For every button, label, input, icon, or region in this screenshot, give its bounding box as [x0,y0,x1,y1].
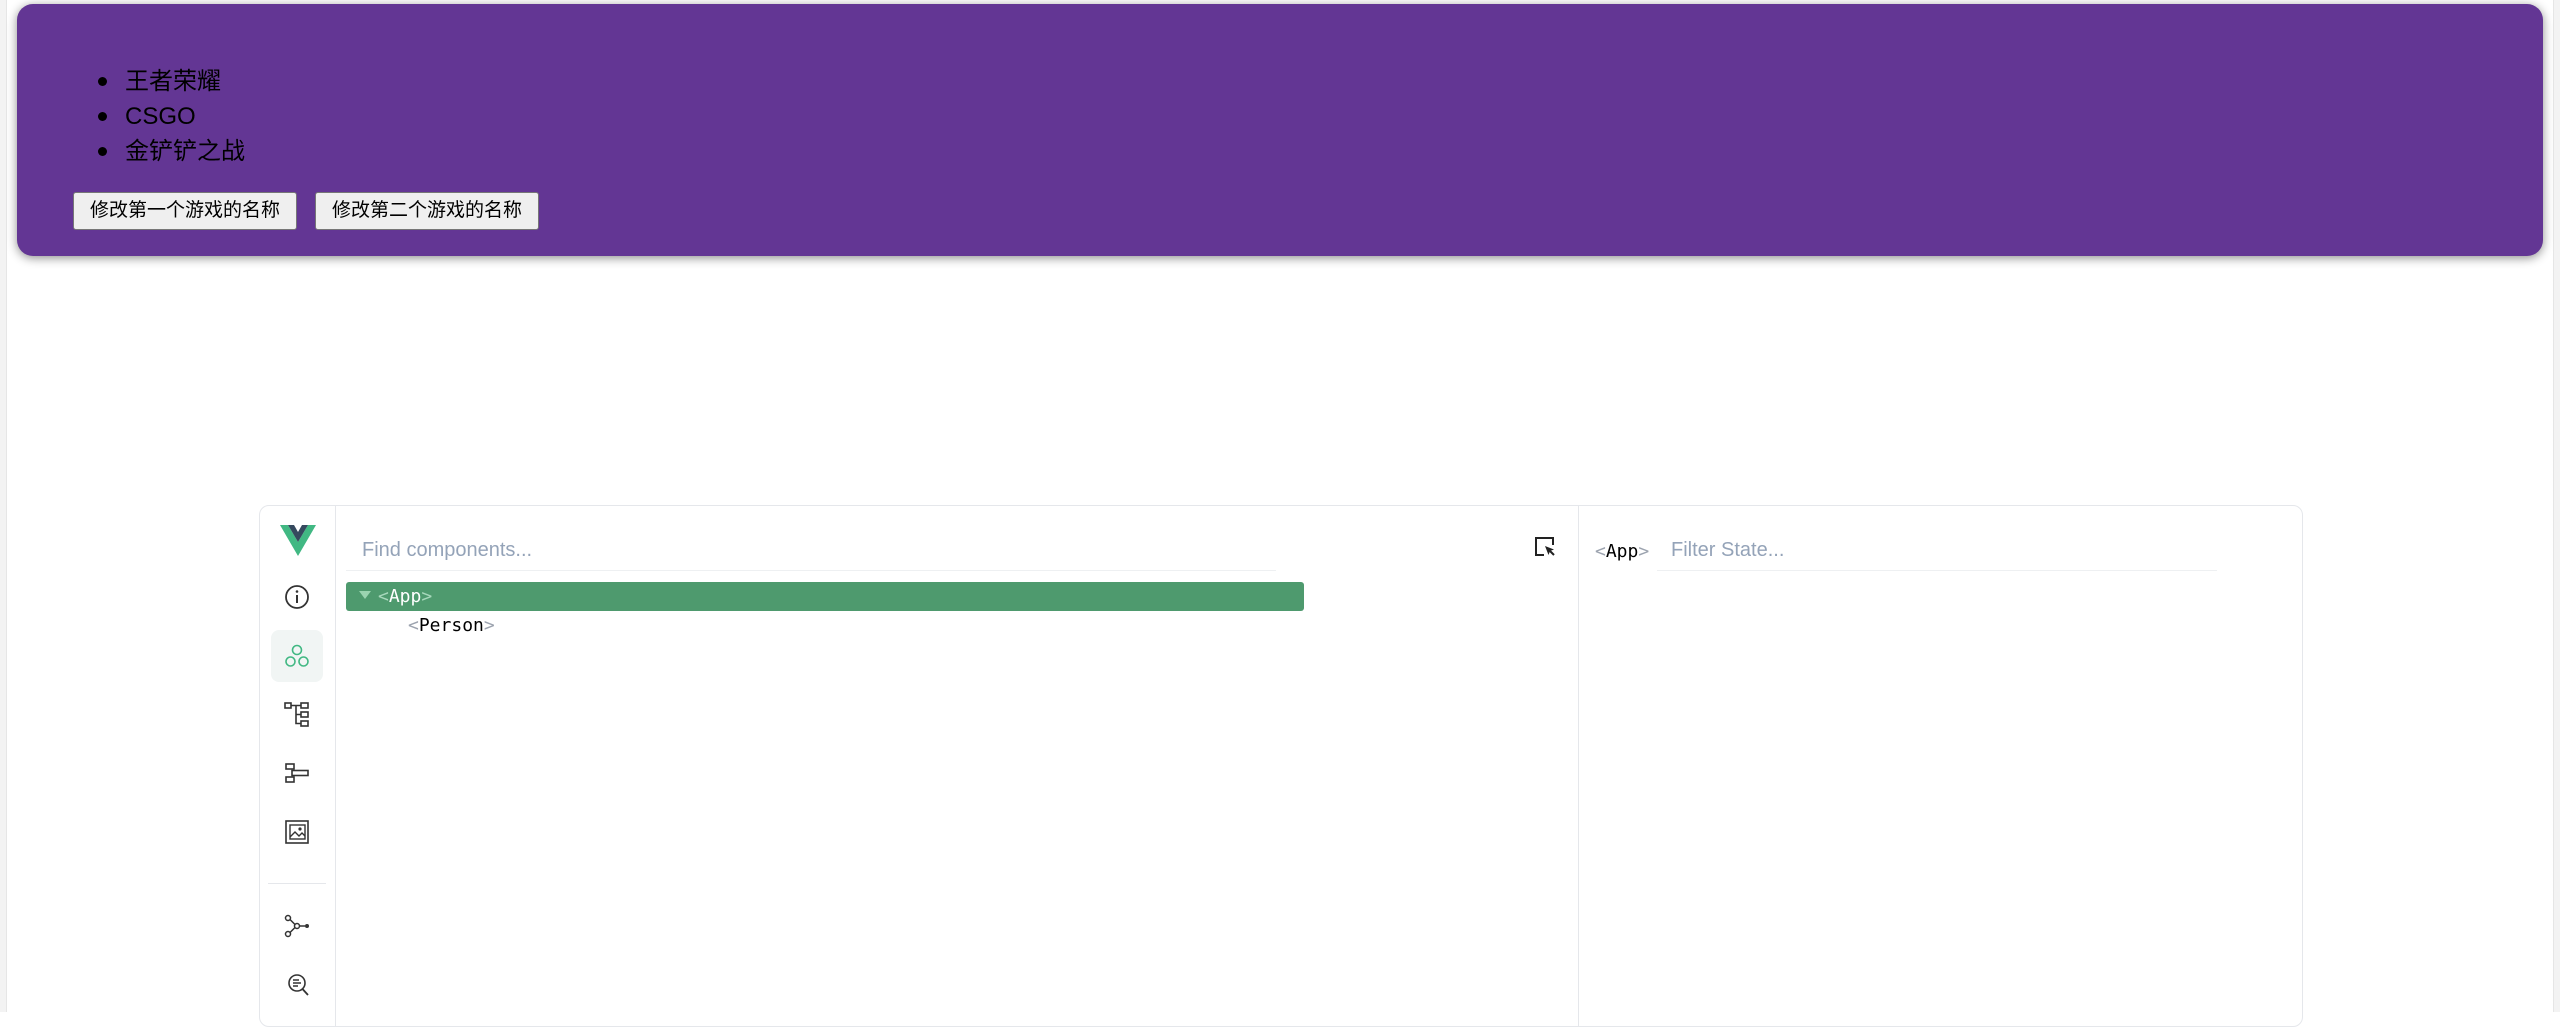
filter-state-box [1657,530,2217,571]
vue-devtools-panel: <App> <Person> <App> [259,505,2303,1027]
assets-icon [285,820,309,844]
expand-caret-icon[interactable] [359,591,371,599]
inspector-search-button[interactable] [271,959,323,1011]
components-tab-button[interactable] [271,630,323,682]
components-icon [285,644,309,667]
info-icon [285,585,309,609]
router-graph-button[interactable] [271,900,323,952]
component-tree-button[interactable] [271,688,323,740]
inspector-search-icon [288,974,309,996]
tree-node-label: Person [418,615,484,636]
selected-component-tag: <App> [1595,541,1650,562]
component-tree-icon [284,702,309,727]
list-item: 金铲铲之战 [98,134,245,169]
list-item: CSGO [98,99,245,134]
tree-node-app[interactable]: <App> [346,582,1304,611]
find-components-input[interactable] [360,530,1224,570]
page-edge-left [0,0,7,1012]
games-card: 王者荣耀 CSGO 金铲铲之战 修改第一个游戏的名称 修改第二个游戏的名称 [17,4,2543,256]
filter-state-input[interactable] [1669,530,2213,570]
timeline-icon [285,763,309,783]
change-second-game-button[interactable]: 修改第二个游戏的名称 [315,192,539,230]
assets-button[interactable] [271,806,323,858]
devtools-sidebar [260,506,336,1026]
game-list: 王者荣耀 CSGO 金铲铲之战 [98,64,245,169]
vue-logo-icon[interactable] [280,525,316,557]
page-edge-right [2553,0,2560,1012]
tree-node-label: App [388,586,422,607]
sidebar-divider [268,883,326,884]
change-first-game-button[interactable]: 修改第一个游戏的名称 [73,192,297,230]
tree-node-person[interactable]: <Person> [346,611,1304,640]
find-components-box [346,530,1276,571]
state-inspector-pane: <App> [1579,506,2302,1026]
info-button[interactable] [271,571,323,623]
timeline-button[interactable] [271,747,323,799]
list-item: 王者荣耀 [98,64,245,99]
router-graph-icon [284,914,309,938]
select-component-picker-icon[interactable] [1532,534,1558,560]
component-tree-pane: <App> <Person> [336,506,1579,1026]
